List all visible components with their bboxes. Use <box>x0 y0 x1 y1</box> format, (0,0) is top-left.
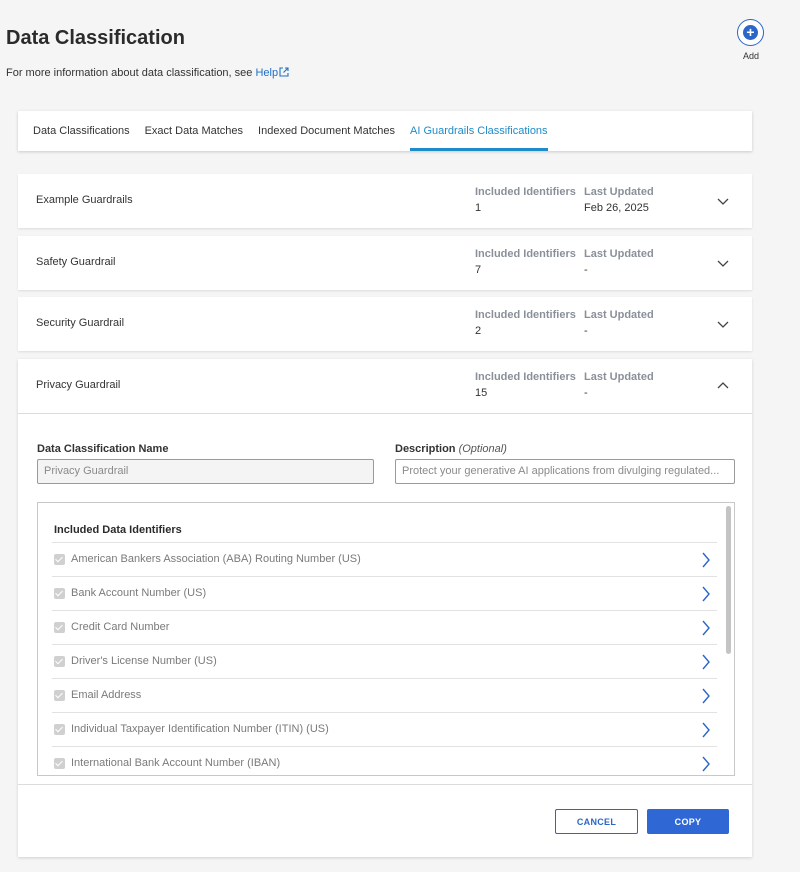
included-identifiers-header: Included Identifiers <box>475 371 576 383</box>
help-link[interactable]: Help <box>255 67 289 79</box>
classification-name: Safety Guardrail <box>36 256 116 268</box>
checkbox[interactable] <box>54 588 65 599</box>
checkbox[interactable] <box>54 622 65 633</box>
chevron-down-icon[interactable] <box>717 257 729 269</box>
checkbox[interactable] <box>54 758 65 769</box>
list-item[interactable]: Individual Taxpayer Identification Numbe… <box>52 712 717 746</box>
last-updated-header: Last Updated <box>584 186 654 198</box>
identifiers-list: American Bankers Association (ABA) Routi… <box>52 542 717 775</box>
last-updated-value: - <box>584 325 588 337</box>
chevron-right-icon[interactable] <box>701 620 711 636</box>
included-identifiers-header: Included Identifiers <box>475 186 576 198</box>
external-link-icon <box>279 67 289 80</box>
tab-ai-guardrails-classifications[interactable]: AI Guardrails Classifications <box>410 111 548 151</box>
classification-row-example-guardrails[interactable]: Example Guardrails Included Identifiers … <box>18 174 752 228</box>
description-field-label: Description (Optional) <box>395 443 507 455</box>
chevron-down-icon[interactable] <box>717 195 729 207</box>
checkbox[interactable] <box>54 554 65 565</box>
tab-data-classifications[interactable]: Data Classifications <box>33 111 130 151</box>
classification-name: Security Guardrail <box>36 317 125 329</box>
description-label-text: Description <box>395 443 456 455</box>
list-item[interactable]: International Bank Account Number (IBAN) <box>52 746 717 775</box>
identifier-label: International Bank Account Number (IBAN) <box>71 757 281 769</box>
last-updated-value: - <box>584 387 588 399</box>
chevron-right-icon[interactable] <box>701 756 711 772</box>
description-input[interactable]: Protect your generative AI applications … <box>395 459 735 484</box>
divider <box>18 413 752 414</box>
included-identifiers-header: Included Identifiers <box>475 248 576 260</box>
subtitle-text: For more information about data classifi… <box>6 67 256 79</box>
identifier-label: Bank Account Number (US) <box>71 587 207 599</box>
checkbox[interactable] <box>54 724 65 735</box>
included-identifiers-value: 2 <box>475 325 482 337</box>
chevron-right-icon[interactable] <box>701 654 711 670</box>
chevron-up-icon[interactable] <box>717 380 729 392</box>
classification-panel-privacy-guardrail: Privacy Guardrail Included Identifiers 1… <box>18 359 752 857</box>
checkbox[interactable] <box>54 690 65 701</box>
name-field-label: Data Classification Name <box>37 443 169 455</box>
page-title: Data Classification <box>6 27 185 49</box>
identifier-label: Individual Taxpayer Identification Numbe… <box>71 723 329 735</box>
form-footer: CANCEL COPY <box>18 784 752 857</box>
cancel-button[interactable]: CANCEL <box>555 809 638 834</box>
list-item[interactable]: Bank Account Number (US) <box>52 576 717 610</box>
identifier-label: Credit Card Number <box>71 621 170 633</box>
chevron-down-icon[interactable] <box>717 318 729 330</box>
classification-row-safety-guardrail[interactable]: Safety Guardrail Included Identifiers 7 … <box>18 236 752 290</box>
chevron-right-icon[interactable] <box>701 586 711 602</box>
add-label: Add <box>742 51 759 61</box>
plus-icon: + <box>743 25 758 40</box>
identifier-label: Email Address <box>71 689 142 701</box>
classification-row-security-guardrail[interactable]: Security Guardrail Included Identifiers … <box>18 297 752 351</box>
list-item[interactable]: Driver's License Number (US) <box>52 644 717 678</box>
tab-indexed-document-matches[interactable]: Indexed Document Matches <box>258 111 395 151</box>
chevron-right-icon[interactable] <box>701 688 711 704</box>
chevron-right-icon[interactable] <box>701 552 711 568</box>
last-updated-header: Last Updated <box>584 248 654 260</box>
checkbox[interactable] <box>54 656 65 667</box>
included-data-identifiers-box: Included Data Identifiers American Banke… <box>37 502 735 776</box>
last-updated-header: Last Updated <box>584 309 654 321</box>
included-identifiers-header: Included Identifiers <box>475 309 576 321</box>
classification-row-privacy-guardrail[interactable]: Privacy Guardrail Included Identifiers 1… <box>18 359 752 413</box>
classification-name-input[interactable]: Privacy Guardrail <box>37 459 374 484</box>
classification-name: Privacy Guardrail <box>36 379 121 391</box>
included-identifiers-value: 7 <box>475 264 482 276</box>
page-subtitle: For more information about data classifi… <box>6 67 289 80</box>
help-link-label: Help <box>255 67 279 79</box>
scrollbar[interactable] <box>726 506 731 654</box>
classification-name: Example Guardrails <box>36 194 133 206</box>
list-item[interactable]: Email Address <box>52 678 717 712</box>
add-button[interactable]: + <box>737 19 764 46</box>
list-item[interactable]: American Bankers Association (ABA) Routi… <box>52 542 717 576</box>
list-item[interactable]: Credit Card Number <box>52 610 717 644</box>
optional-label: (Optional) <box>458 443 507 455</box>
add-control: + Add <box>737 19 765 61</box>
last-updated-value: Feb 26, 2025 <box>584 202 649 214</box>
included-identifiers-value: 15 <box>475 387 488 399</box>
copy-button[interactable]: COPY <box>647 809 729 834</box>
tab-exact-data-matches[interactable]: Exact Data Matches <box>145 111 243 151</box>
included-identifiers-value: 1 <box>475 202 482 214</box>
tab-bar: Data Classifications Exact Data Matches … <box>18 111 752 151</box>
chevron-right-icon[interactable] <box>701 722 711 738</box>
identifier-label: Driver's License Number (US) <box>71 655 217 667</box>
last-updated-header: Last Updated <box>584 371 654 383</box>
identifiers-title: Included Data Identifiers <box>54 524 182 536</box>
identifier-label: American Bankers Association (ABA) Routi… <box>71 553 361 565</box>
last-updated-value: - <box>584 264 588 276</box>
